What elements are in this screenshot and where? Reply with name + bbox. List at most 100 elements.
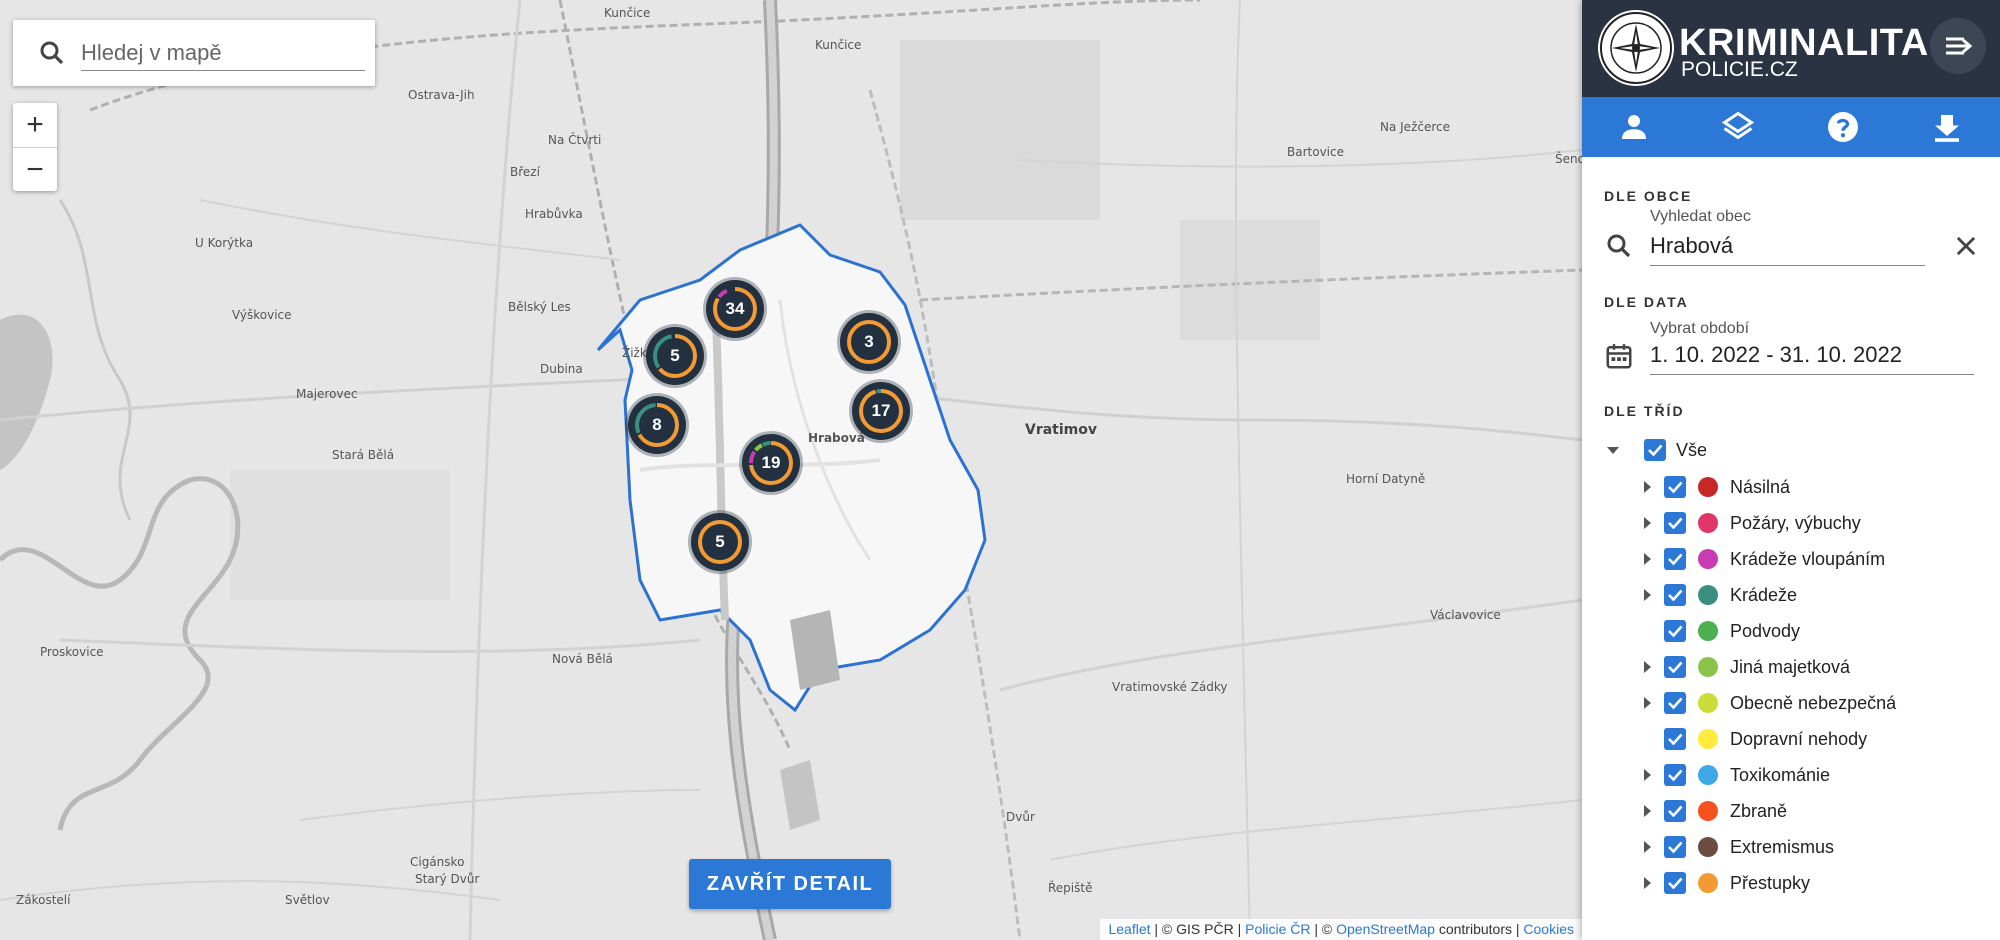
category-label: Jiná majetková [1730,657,1851,677]
cluster-count: 8 [652,415,662,434]
check-icon [1668,589,1683,602]
panel-toolbar [1582,97,2000,157]
map-place-label: Nová Bělá [552,652,613,666]
attribution-text: | © [1310,921,1337,937]
map-place-label: Bartovice [1287,145,1344,159]
category-checkbox[interactable] [1664,764,1686,786]
zoom-in-button[interactable]: + [13,103,57,148]
category-checkbox[interactable] [1664,800,1686,822]
clear-icon[interactable] [1952,232,1980,260]
category-item[interactable]: Požáry, výbuchy [1638,508,1984,538]
expand-caret-icon[interactable] [1638,586,1656,604]
cluster-count: 5 [670,346,680,365]
category-item[interactable]: Krádeže vloupáním [1638,544,1984,574]
category-item[interactable]: Jiná majetková [1638,652,1984,682]
expand-caret-icon[interactable] [1638,550,1656,568]
expand-caret-icon[interactable] [1638,478,1656,496]
crime-cluster[interactable]: 17 [852,382,910,440]
cluster-count: 19 [761,453,781,472]
category-all[interactable]: Vše [1604,435,1984,465]
map-place-label: Dubina [540,362,583,376]
zoom-out-button[interactable]: − [13,148,57,192]
crime-cluster[interactable]: 3 [840,313,898,371]
expand-caret-icon[interactable] [1638,838,1656,856]
crime-cluster[interactable]: 34 [706,280,764,338]
category-checkbox[interactable] [1664,548,1686,570]
category-color-dot [1698,585,1718,605]
map-view[interactable]: Kunčice Kunčice Ostrava-Jih Na Čtvrti Bř… [0,0,1582,940]
collapse-panel-button[interactable] [1930,18,1986,74]
map-place-label: Dvůr [1006,810,1035,824]
cluster-count: 3 [864,332,874,351]
map-search-input[interactable]: Hledej v mapě [81,36,365,71]
expand-caret-icon[interactable] [1638,874,1656,892]
leaflet-link[interactable]: Leaflet [1108,921,1150,937]
category-checkbox[interactable] [1664,584,1686,606]
expand-caret-icon[interactable] [1638,766,1656,784]
help-icon[interactable] [1825,109,1861,145]
search-icon [40,41,64,65]
check-icon [1668,661,1683,674]
category-color-dot [1698,837,1718,857]
checkbox-all[interactable] [1644,439,1666,461]
category-item[interactable]: Krádeže [1638,580,1984,610]
category-item[interactable]: Přestupky [1638,868,1984,898]
category-checkbox[interactable] [1664,476,1686,498]
police-logo [1598,10,1674,86]
crime-cluster[interactable]: 5 [691,513,749,571]
calendar-icon [1606,344,1632,369]
map-place-label: Březí [510,165,540,179]
expand-caret-icon[interactable] [1638,514,1656,532]
map-place-label: Výškovice [232,308,292,322]
crime-cluster[interactable]: 5 [646,327,704,385]
category-label: Dopravní nehody [1730,729,1868,749]
person-icon[interactable] [1616,109,1652,145]
map-search[interactable]: Hledej v mapě [13,20,375,86]
close-detail-button[interactable]: ZAVŘÍT DETAIL [689,859,891,909]
download-icon[interactable] [1929,109,1965,145]
category-color-dot [1698,477,1718,497]
cookies-link[interactable]: Cookies [1523,921,1574,937]
collapse-caret-icon[interactable] [1604,441,1622,459]
period-input[interactable]: 1. 10. 2022 - 31. 10. 2022 [1650,342,1974,375]
category-label: Extremismus [1730,837,1835,857]
category-checkbox[interactable] [1664,692,1686,714]
category-item[interactable]: Násilná [1638,472,1984,502]
map-place-label: Bělský Les [508,300,571,314]
map-place-label: Šenov [1555,152,1582,166]
category-color-dot [1698,693,1718,713]
category-checkbox[interactable] [1664,512,1686,534]
category-item[interactable]: Obecně nebezpečná [1638,688,1984,718]
section-title-data: DLE DATA [1604,294,1689,310]
category-checkbox[interactable] [1664,872,1686,894]
category-item[interactable]: Zbraně [1638,796,1984,826]
check-icon [1648,444,1663,457]
brand-subtitle: POLICIE.CZ [1681,58,1798,81]
map-place-label: Proskovice [40,645,104,659]
category-item[interactable]: Extremismus [1638,832,1984,862]
expand-caret-icon[interactable] [1638,802,1656,820]
expand-caret-icon[interactable] [1638,694,1656,712]
category-label: Podvody [1730,621,1801,641]
crime-cluster[interactable]: 8 [628,396,686,454]
crime-cluster[interactable]: 19 [742,434,800,492]
openstreetmap-link[interactable]: OpenStreetMap [1336,921,1435,937]
check-icon [1668,481,1683,494]
policie-link[interactable]: Policie ČR [1245,921,1310,937]
obec-search-input[interactable]: Hrabová [1650,233,1925,266]
category-checkbox[interactable] [1664,620,1686,642]
map-place-label: Kunčice [604,6,651,20]
category-item[interactable]: Podvody [1638,616,1984,646]
expand-caret-icon[interactable] [1638,658,1656,676]
category-item[interactable]: Toxikománie [1638,760,1984,790]
map-place-label: Vratimovské Zádky [1112,680,1228,694]
zoom-control: + − [13,103,57,191]
category-checkbox[interactable] [1664,656,1686,678]
category-checkbox[interactable] [1664,728,1686,750]
category-checkbox[interactable] [1664,836,1686,858]
check-icon [1668,697,1683,710]
layers-icon[interactable] [1720,109,1756,145]
category-item[interactable]: Dopravní nehody [1638,724,1984,754]
check-icon [1668,805,1683,818]
map-place-label: Na Čtvrti [548,133,602,147]
